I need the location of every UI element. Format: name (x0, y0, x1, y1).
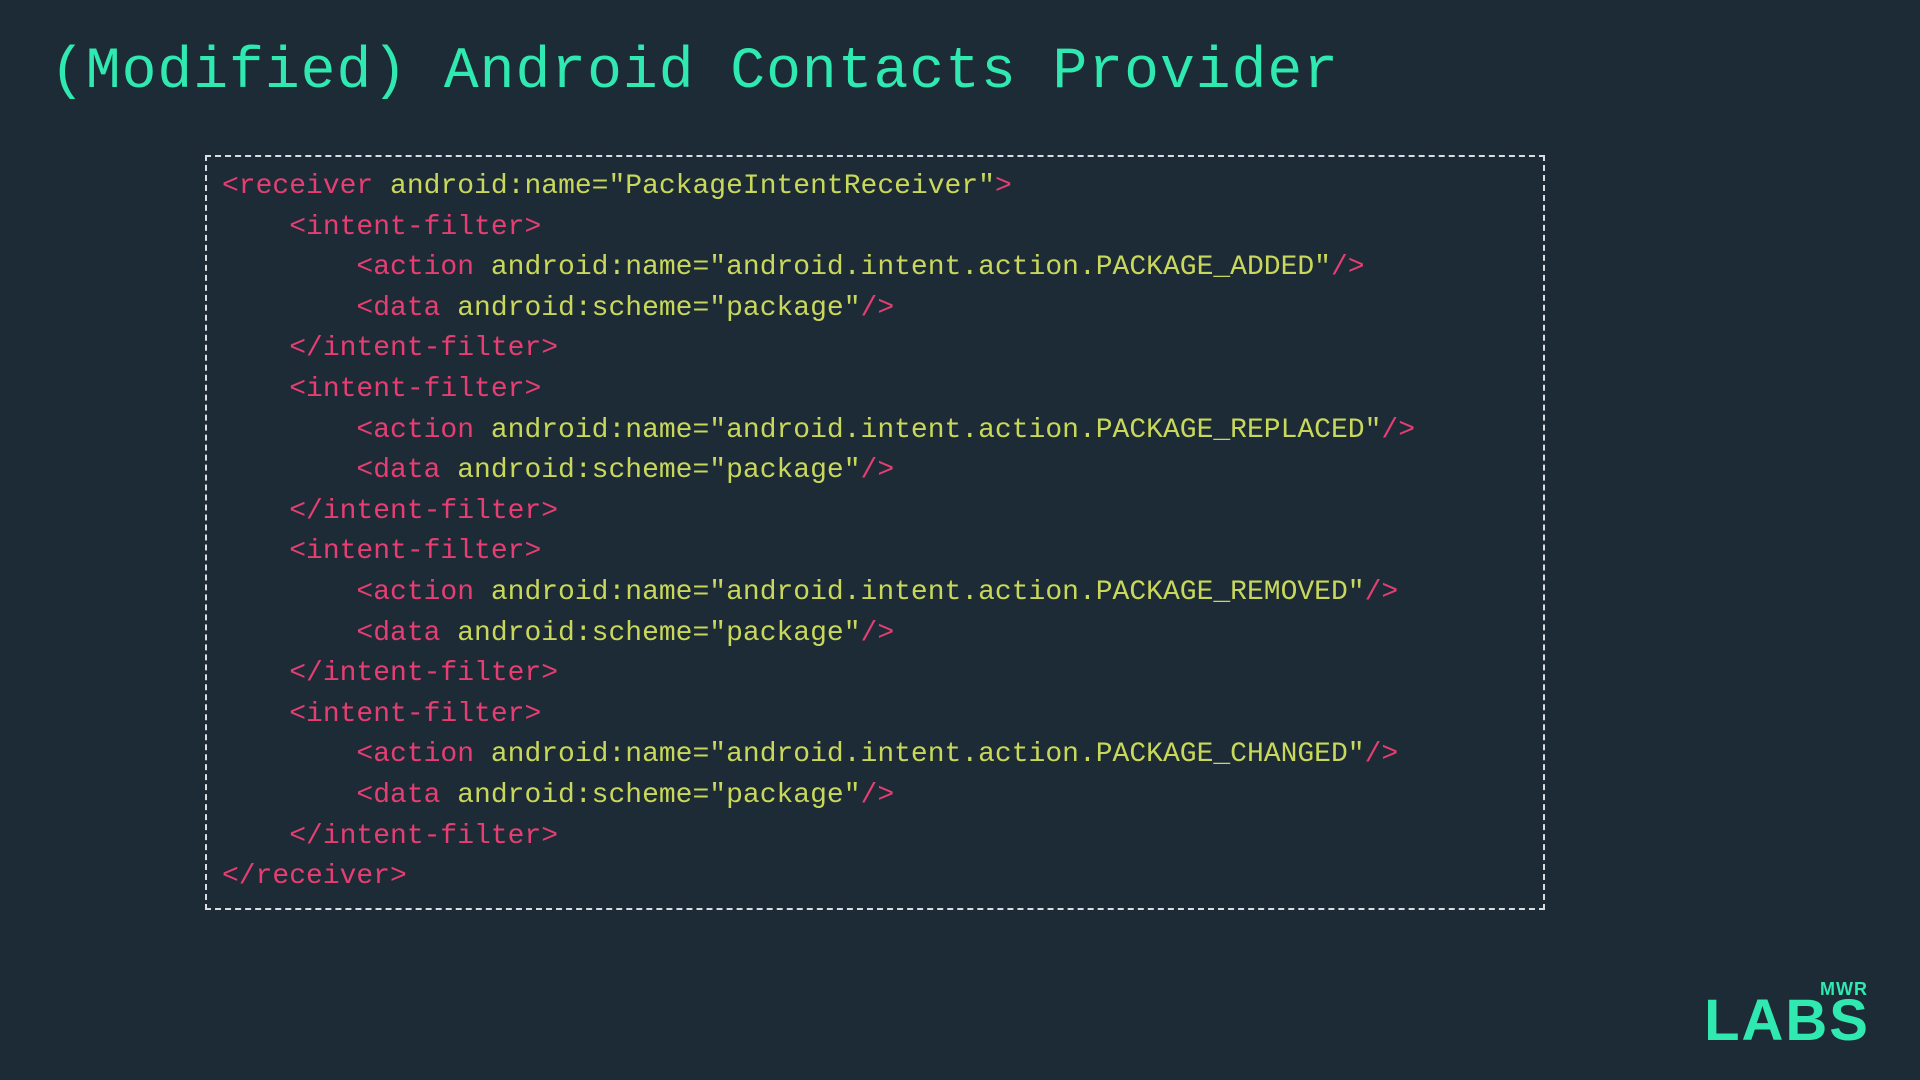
code-line: </intent-filter> (222, 654, 1528, 695)
code-line: <action android:name="android.intent.act… (222, 735, 1528, 776)
code-line: <intent-filter> (222, 208, 1528, 249)
code-line: <data android:scheme="package"/> (222, 289, 1528, 330)
slide: (Modified) Android Contacts Provider <re… (0, 0, 1920, 1080)
code-line: </receiver> (222, 857, 1528, 898)
code-block: <receiver android:name="PackageIntentRec… (205, 155, 1545, 910)
code-line: </intent-filter> (222, 329, 1528, 370)
code-line: <data android:scheme="package"/> (222, 451, 1528, 492)
code-line: <intent-filter> (222, 695, 1528, 736)
logo: MWR LABS (1704, 980, 1870, 1050)
code-line: <receiver android:name="PackageIntentRec… (222, 167, 1528, 208)
code-line: <action android:name="android.intent.act… (222, 248, 1528, 289)
code-line: <intent-filter> (222, 532, 1528, 573)
code-line: <data android:scheme="package"/> (222, 614, 1528, 655)
code-line: </intent-filter> (222, 492, 1528, 533)
code-line: <intent-filter> (222, 370, 1528, 411)
logo-bottom-text: LABS (1704, 992, 1870, 1050)
slide-title: (Modified) Android Contacts Provider (50, 40, 1870, 105)
code-line: </intent-filter> (222, 817, 1528, 858)
code-line: <data android:scheme="package"/> (222, 776, 1528, 817)
code-line: <action android:name="android.intent.act… (222, 411, 1528, 452)
code-line: <action android:name="android.intent.act… (222, 573, 1528, 614)
